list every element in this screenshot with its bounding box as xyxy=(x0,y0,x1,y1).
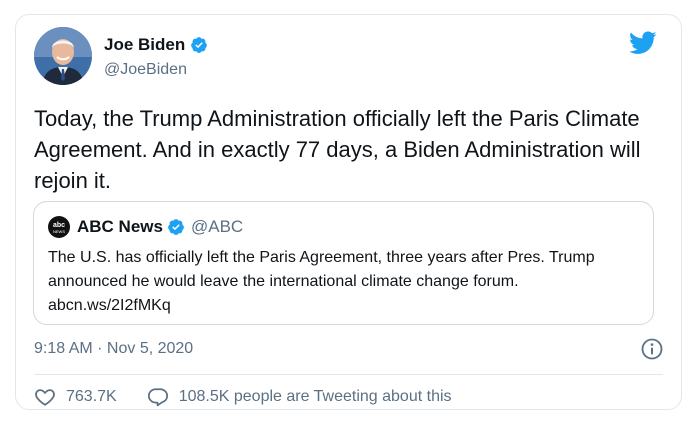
verified-badge-icon xyxy=(190,36,208,54)
svg-text:NEWS: NEWS xyxy=(53,229,65,234)
abc-news-logo: abc NEWS xyxy=(48,216,70,238)
verified-badge-icon xyxy=(167,218,185,236)
like-count[interactable]: 763.7K xyxy=(66,388,117,406)
twitter-bird-icon[interactable] xyxy=(629,31,657,60)
quoted-handle: @ABC xyxy=(190,217,244,236)
author-display-name[interactable]: Joe Biden xyxy=(104,35,185,55)
quoted-display-name: ABC News xyxy=(77,217,163,236)
author-avatar[interactable] xyxy=(34,27,92,85)
quoted-tweet-text: The U.S. has officially left the Paris A… xyxy=(48,246,644,318)
action-divider xyxy=(34,374,663,375)
svg-text:abc: abc xyxy=(53,222,65,229)
info-icon[interactable] xyxy=(640,337,664,366)
tweet-text: Today, the Trump Administration official… xyxy=(34,106,641,193)
quoted-text-body: The U.S. has officially left the Paris A… xyxy=(48,249,595,290)
tweet-timestamp[interactable]: 9:18 AM · Nov 5, 2020 xyxy=(34,340,193,358)
tweet-actions: 763.7K 108.5K people are Tweeting about … xyxy=(34,385,452,409)
quoted-tweet-header: abc NEWS ABC News @ABC xyxy=(48,216,243,238)
tweet-card[interactable]: Joe Biden @JoeBiden Today, the Trump Adm… xyxy=(15,14,682,410)
author-handle[interactable]: @JoeBiden xyxy=(104,61,187,79)
author-name-row[interactable]: Joe Biden xyxy=(104,35,208,55)
speech-bubble-icon[interactable] xyxy=(147,386,169,408)
tweet-meta-row: 9:18 AM · Nov 5, 2020 xyxy=(34,337,664,361)
tweeting-about-link[interactable]: 108.5K people are Tweeting about this xyxy=(179,388,452,406)
quoted-link[interactable]: abcn.ws/2I2fMKq xyxy=(48,297,171,314)
quoted-tweet[interactable]: abc NEWS ABC News @ABC The U.S. has offi… xyxy=(33,201,654,325)
heart-icon[interactable] xyxy=(34,386,56,408)
